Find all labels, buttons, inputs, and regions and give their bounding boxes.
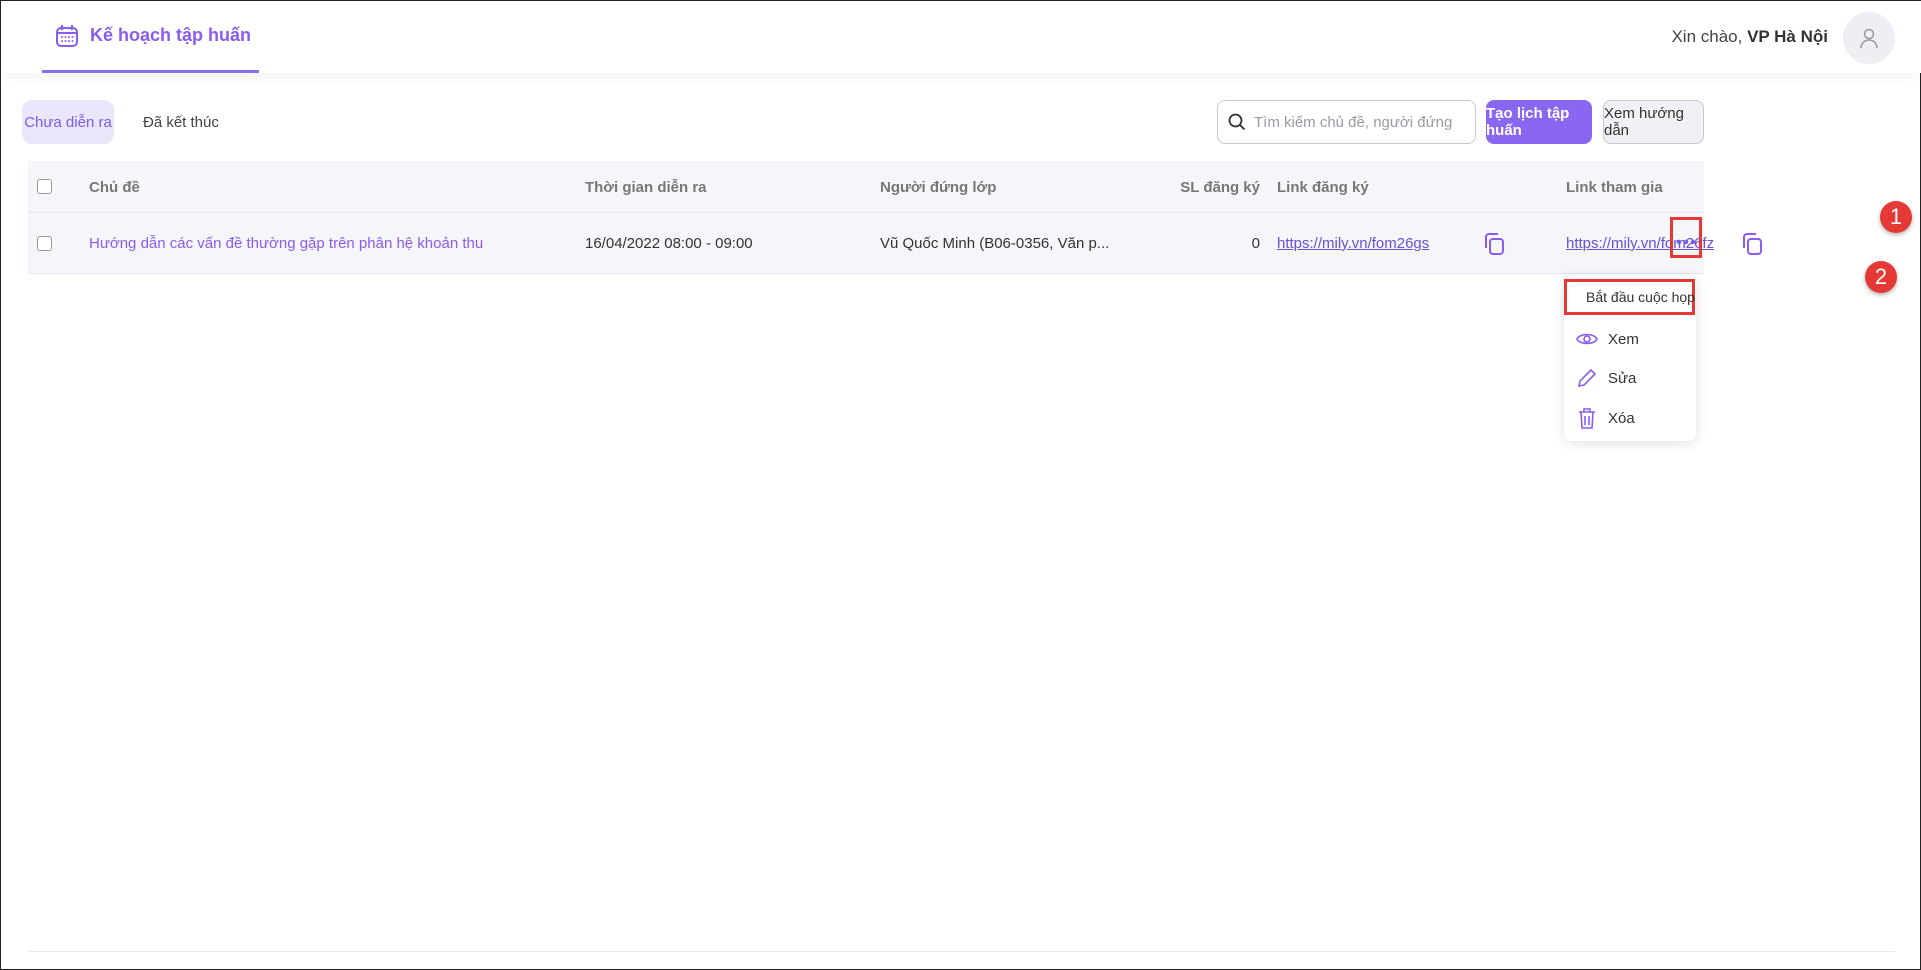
select-all-checkbox[interactable] [37, 179, 52, 194]
search-input[interactable] [1254, 113, 1454, 131]
copy-icon[interactable] [1483, 232, 1505, 256]
search-icon [1228, 113, 1246, 131]
footer-divider [28, 951, 1895, 952]
tab-training-plan[interactable]: Kế hoạch tập huấn [42, 1, 259, 73]
topic-link[interactable]: Hướng dẫn các vấn đề thường gặp trên phâ… [89, 213, 483, 274]
tab-upcoming[interactable]: Chưa diễn ra [22, 100, 114, 144]
menu-item-delete[interactable]: Xóa [1564, 400, 1696, 436]
menu-item-view[interactable]: Xem [1564, 321, 1696, 357]
user-name: VP Hà Nội [1747, 27, 1828, 46]
col-reg-link: Link đăng ký [1277, 178, 1369, 196]
menu-label: Xóa [1608, 409, 1635, 427]
col-topic: Chủ đề [89, 178, 140, 196]
eye-icon [1576, 333, 1598, 345]
col-join-link: Link tham gia [1566, 178, 1663, 196]
avatar[interactable] [1843, 12, 1895, 64]
row-checkbox[interactable] [37, 236, 52, 251]
menu-item-start-meeting[interactable]: Bắt đầu cuộc họp [1564, 279, 1695, 315]
table-row: Hướng dẫn các vấn đề thường gặp trên phâ… [28, 213, 1762, 274]
actions-menu: Bắt đầu cuộc họp Xem Sửa Xóa [1564, 275, 1696, 441]
reg-link[interactable]: https://mily.vn/fom26gs [1277, 213, 1429, 274]
col-trainer: Người đứng lớp [880, 178, 997, 196]
greeting: Xin chào, VP Hà Nội [1671, 27, 1828, 47]
calendar-icon [56, 24, 78, 47]
table-header: Chủ đề Thời gian diễn ra Người đứng lớp … [28, 161, 1704, 213]
col-count: SL đăng ký [1180, 178, 1260, 196]
menu-label: Bắt đầu cuộc họp [1586, 289, 1695, 305]
search-box[interactable] [1217, 100, 1476, 144]
guide-button[interactable]: Xem hướng dẫn [1603, 100, 1704, 144]
annotation-badge-2: 2 [1865, 261, 1897, 293]
col-time: Thời gian diễn ra [585, 178, 707, 196]
copy-icon[interactable] [1741, 232, 1763, 256]
annotation-badge-1: 1 [1880, 201, 1912, 233]
create-schedule-button[interactable]: Tạo lịch tập huấn [1486, 100, 1592, 144]
menu-label: Xem [1608, 330, 1639, 348]
trash-icon [1579, 408, 1595, 429]
page-title: Kế hoạch tập huấn [90, 25, 252, 45]
menu-label: Sửa [1608, 369, 1637, 387]
menu-item-edit[interactable]: Sửa [1564, 360, 1696, 396]
tab-finished[interactable]: Đã kết thúc [143, 100, 219, 144]
user-icon [1860, 28, 1878, 49]
time-cell: 16/04/2022 08:00 - 09:00 [585, 235, 753, 252]
pencil-icon [1577, 368, 1597, 388]
count-cell: 0 [1251, 235, 1260, 252]
greeting-text: Xin chào, [1671, 27, 1748, 46]
top-header: Kế hoạch tập huấn Xin chào, VP Hà Nội [1, 1, 1921, 73]
trainer-cell: Vũ Quốc Minh (B06-0356, Văn p... [880, 235, 1110, 252]
more-actions-button[interactable] [1670, 217, 1702, 258]
more-icon [1676, 239, 1696, 245]
